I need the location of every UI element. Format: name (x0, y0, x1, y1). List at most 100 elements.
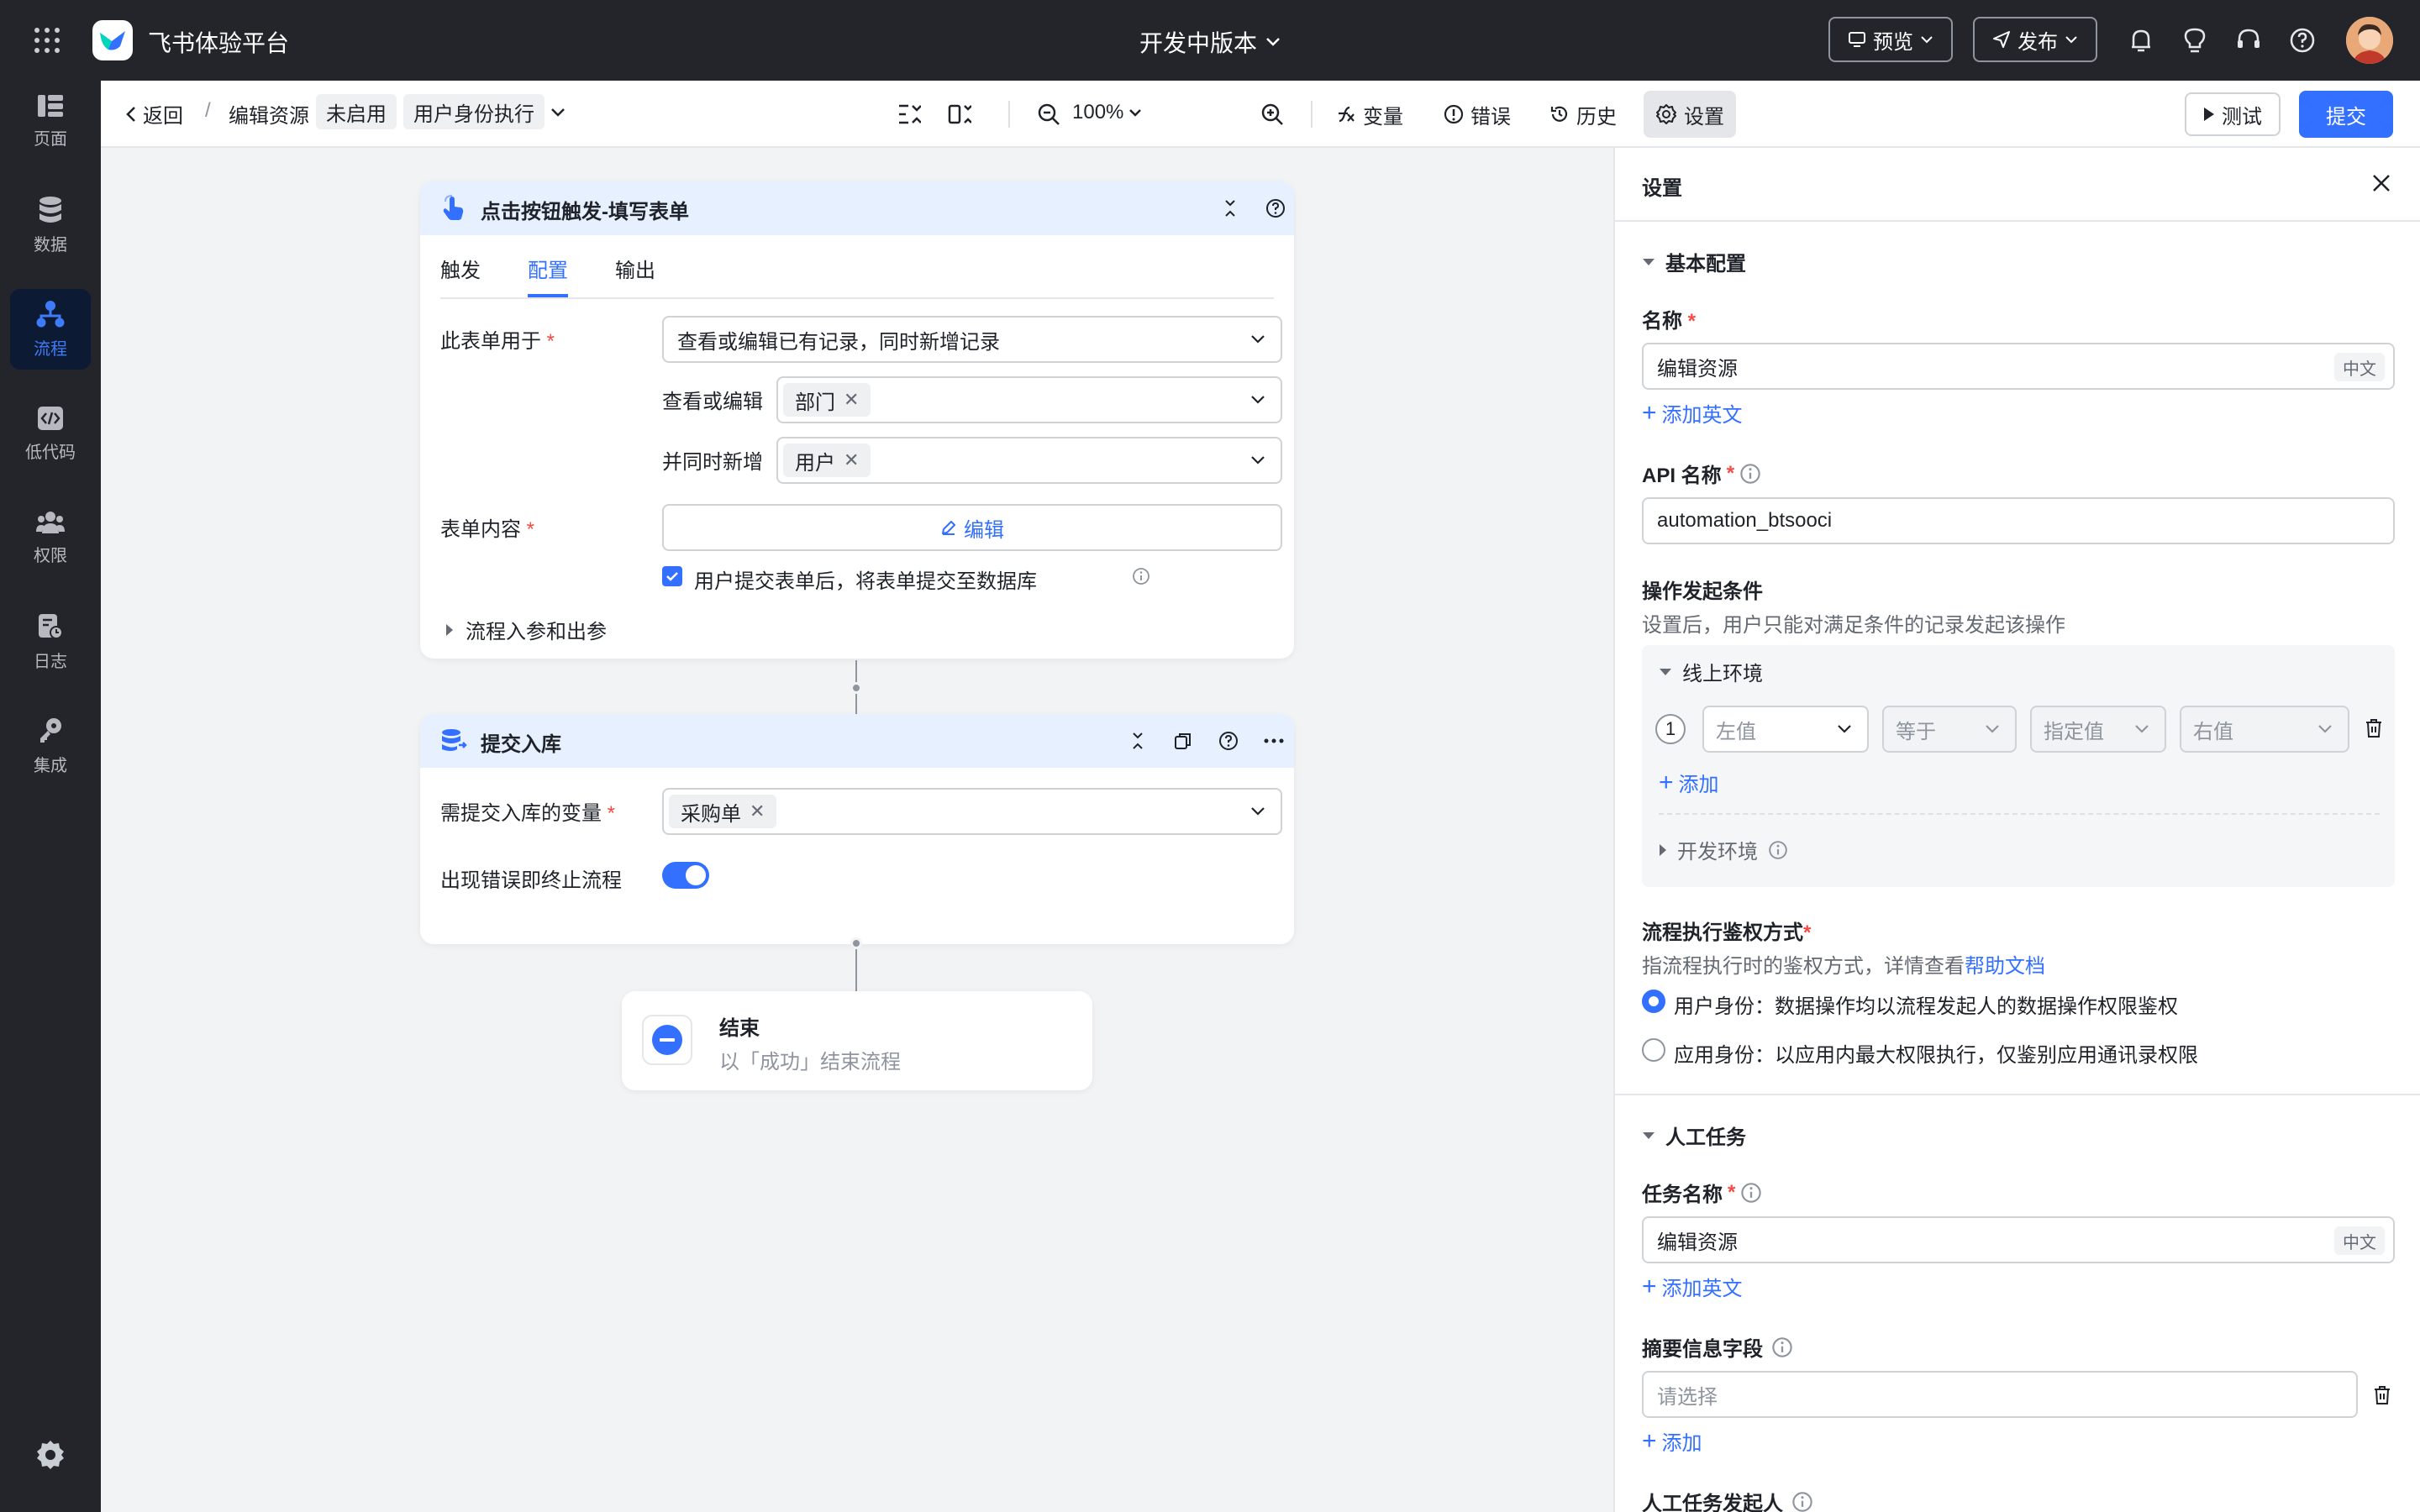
zoom-in-icon[interactable] (1255, 97, 1289, 131)
publish-button[interactable]: 发布 (1973, 17, 2097, 62)
tab-trigger[interactable]: 触发 (440, 254, 481, 283)
collapse-icon[interactable] (1218, 197, 1242, 220)
submit-button[interactable]: 提交 (2299, 91, 2393, 138)
status-badge: 未启用 (316, 94, 397, 129)
tag-close-icon[interactable]: ✕ (750, 801, 765, 822)
help-icon[interactable] (1217, 729, 1240, 753)
version-selector[interactable]: 开发中版本 (1139, 25, 1281, 59)
operator-select[interactable]: 等于 (1882, 706, 2017, 753)
tag-close-icon[interactable]: ✕ (844, 449, 859, 471)
history-label: 历史 (1576, 105, 1617, 129)
lang-badge[interactable]: 中文 (2334, 353, 2385, 381)
sidebar-item-page[interactable]: 页面 (10, 81, 91, 161)
auth-app-radio[interactable] (1642, 1038, 1665, 1062)
submit-db-node-card[interactable]: 提交入库 需提交入库的变量 * 采购单 ✕ 出现错误即终止流程 (420, 714, 1294, 944)
manual-task-section[interactable]: 人工任务 (1642, 1121, 1746, 1150)
view-edit-select[interactable]: 部门 ✕ (776, 376, 1282, 423)
preview-button[interactable]: 预览 (1828, 17, 1953, 62)
basic-config-section[interactable]: 基本配置 (1642, 247, 1746, 276)
avatar[interactable] (2346, 17, 2393, 64)
tab-output[interactable]: 输出 (615, 254, 655, 283)
help-icon[interactable] (2287, 25, 2317, 55)
settings-gear-icon[interactable] (32, 1436, 69, 1473)
zoom-selector[interactable]: 100% (1072, 101, 1142, 124)
touch-icon (440, 195, 467, 222)
add-english-link[interactable]: + 添加英文 (1642, 1272, 1743, 1301)
top-bar: 飞书体验平台 开发中版本 预览 发布 (0, 0, 2420, 81)
app-grid-icon[interactable] (32, 25, 62, 55)
variables-button[interactable]: 变量 (1336, 94, 1403, 134)
tab-config[interactable]: 配置 (528, 254, 568, 283)
sidebar-item-permission[interactable]: 权限 (10, 497, 91, 578)
users-icon (36, 511, 65, 533)
info-icon[interactable] (1739, 463, 1761, 485)
info-icon[interactable] (1740, 1182, 1762, 1204)
history-button[interactable]: 历史 (1549, 94, 1617, 134)
sidebar-item-integration[interactable]: 集成 (10, 706, 91, 786)
test-button[interactable]: 测试 (2185, 92, 2281, 136)
help-doc-link[interactable]: 帮助文档 (1965, 955, 2045, 978)
bell-icon[interactable] (2126, 25, 2156, 55)
more-icon[interactable] (1262, 729, 1286, 753)
end-node-card[interactable]: 结束 以「成功」结束流程 (622, 991, 1092, 1090)
api-name-value: automation_btsooci (1657, 509, 1833, 532)
task-name-input[interactable]: 编辑资源 中文 (1642, 1216, 2395, 1263)
add-condition-link[interactable]: + 添加 (1659, 768, 1719, 797)
checkbox-label: 用户提交表单后，将表单提交至数据库 (694, 570, 1037, 593)
sidebar-item-label: 页面 (34, 129, 67, 149)
add-english-link[interactable]: + 添加英文 (1642, 398, 1743, 428)
headset-icon[interactable] (2233, 25, 2264, 55)
info-icon[interactable] (1771, 1336, 1793, 1358)
online-env-section[interactable]: 线上环境 (1659, 657, 1763, 686)
info-icon[interactable] (1791, 1491, 1813, 1512)
add-summary-link[interactable]: + 添加 (1642, 1426, 1702, 1456)
zoom-value: 100% (1072, 101, 1124, 123)
edit-form-button[interactable]: 编辑 (662, 504, 1282, 551)
purpose-select[interactable]: 查看或编辑已有记录，同时新增记录 (662, 316, 1282, 363)
name-input[interactable]: 编辑资源 中文 (1642, 343, 2395, 390)
sidebar-item-flow[interactable]: 流程 (10, 289, 91, 370)
task-name-label: 任务名称 * (1642, 1178, 1762, 1207)
help-icon[interactable] (1264, 197, 1287, 220)
lightbulb-icon[interactable] (2180, 25, 2210, 55)
sidebar-item-log[interactable]: 日志 (10, 601, 91, 682)
collapse-all-icon[interactable] (892, 97, 926, 131)
chevron-down-icon[interactable] (546, 101, 570, 124)
copy-icon[interactable] (1171, 729, 1195, 753)
summary-select[interactable]: 请选择 (1642, 1371, 2358, 1418)
info-icon[interactable] (1768, 840, 1788, 860)
delete-icon[interactable] (2361, 716, 2386, 741)
tag-close-icon[interactable]: ✕ (844, 389, 859, 411)
right-value-select[interactable]: 右值 (2180, 706, 2349, 753)
layout-icon[interactable] (943, 97, 976, 131)
lang-badge[interactable]: 中文 (2334, 1226, 2385, 1255)
trigger-condition-label: 操作发起条件 (1642, 580, 1763, 603)
var-select[interactable]: 采购单 ✕ (662, 788, 1282, 835)
value-type-select[interactable]: 指定值 (2030, 706, 2166, 753)
close-icon[interactable] (2368, 170, 2395, 197)
collapse-icon[interactable] (1126, 729, 1150, 753)
trigger-node-card[interactable]: 点击按钮触发-填写表单 触发 配置 输出 此表单用于 * 查看或编辑已有记录，同… (420, 181, 1294, 659)
dev-env-section[interactable]: 开发环境 (1659, 835, 1788, 864)
check-icon (666, 572, 678, 581)
error-stop-toggle[interactable] (662, 862, 709, 889)
submit-to-db-checkbox[interactable] (662, 566, 682, 586)
zoom-out-icon[interactable] (1032, 97, 1065, 131)
sidebar-item-lowcode[interactable]: 低代码 (10, 393, 91, 474)
delete-icon[interactable] (2370, 1383, 2395, 1408)
auth-user-radio[interactable] (1642, 990, 1665, 1013)
sidebar-item-data[interactable]: 数据 (10, 185, 91, 265)
left-value-select[interactable]: 左值 (1702, 706, 1869, 753)
params-expander[interactable]: 流程入参和出参 (445, 615, 607, 644)
view-edit-tag: 部门 ✕ (783, 383, 871, 417)
info-icon[interactable] (1131, 566, 1151, 586)
settings-button[interactable]: 设置 (1644, 91, 1736, 138)
connector-dot[interactable] (850, 937, 862, 949)
also-add-select[interactable]: 用户 ✕ (776, 437, 1282, 484)
connector-dot[interactable] (850, 682, 862, 694)
sidebar-item-label: 流程 (34, 339, 67, 359)
api-name-input[interactable]: automation_btsooci (1642, 497, 2395, 544)
errors-button[interactable]: 错误 (1444, 94, 1511, 134)
flow-canvas[interactable]: 点击按钮触发-填写表单 触发 配置 输出 此表单用于 * 查看或编辑已有记录，同… (101, 148, 1613, 1512)
back-button[interactable]: 返回 (126, 99, 183, 129)
